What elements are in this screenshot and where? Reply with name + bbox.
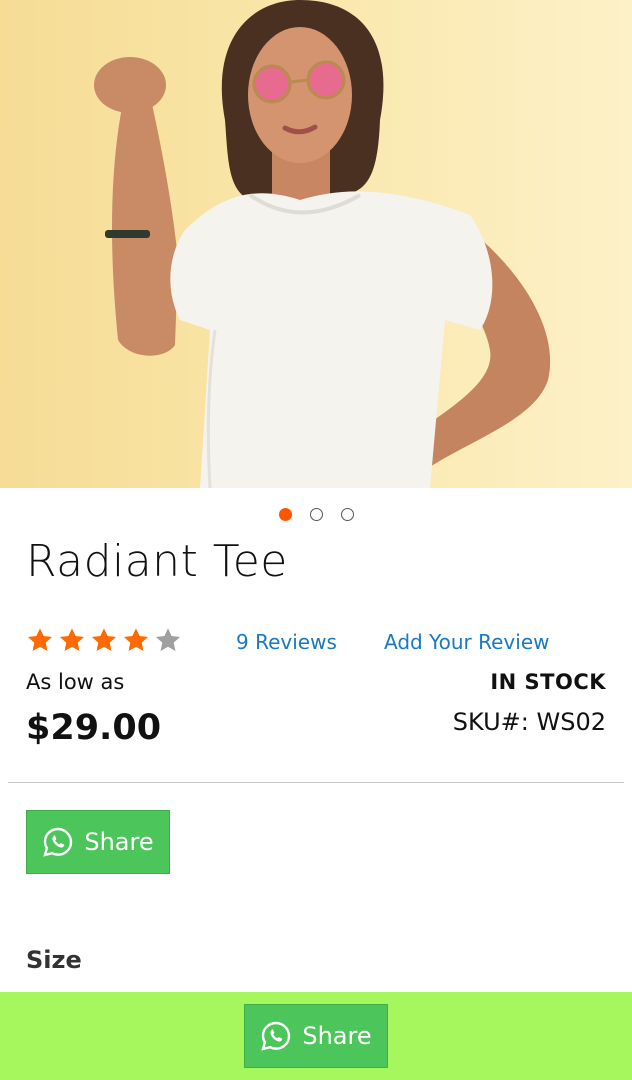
- share-label: Share: [84, 828, 154, 856]
- product-title: Radiant Tee: [26, 536, 288, 587]
- divider: [8, 782, 624, 783]
- rating-stars: [26, 626, 182, 654]
- product-price: $29.00: [26, 708, 162, 748]
- carousel-dots: [0, 508, 632, 521]
- carousel-dot-3[interactable]: [340, 508, 354, 521]
- product-sku: SKU#: WS02: [452, 708, 606, 736]
- sticky-share-button[interactable]: Share: [244, 1004, 388, 1068]
- star-filled-icon: [27, 628, 53, 651]
- star-filled-icon: [59, 628, 85, 651]
- sticky-share-label: Share: [302, 1022, 372, 1050]
- add-review-link[interactable]: Add Your Review: [384, 630, 550, 654]
- star-empty-icon: [155, 628, 181, 651]
- share-button[interactable]: Share: [26, 810, 170, 874]
- star-filled-icon: [123, 628, 149, 651]
- carousel-dot-2[interactable]: [309, 508, 323, 521]
- whatsapp-icon: [261, 1021, 291, 1051]
- reviews-link[interactable]: 9 Reviews: [236, 630, 337, 654]
- product-image[interactable]: [0, 0, 632, 488]
- rating-row: 9 Reviews Add Your Review: [26, 626, 606, 658]
- carousel-dot-1[interactable]: [278, 508, 292, 521]
- stock-status: IN STOCK: [490, 670, 606, 694]
- star-filled-icon: [91, 628, 117, 651]
- size-option-label: Size: [26, 946, 82, 974]
- whatsapp-icon: [43, 827, 73, 857]
- price-prefix: As low as: [26, 670, 125, 694]
- product-photo: [94, 0, 551, 488]
